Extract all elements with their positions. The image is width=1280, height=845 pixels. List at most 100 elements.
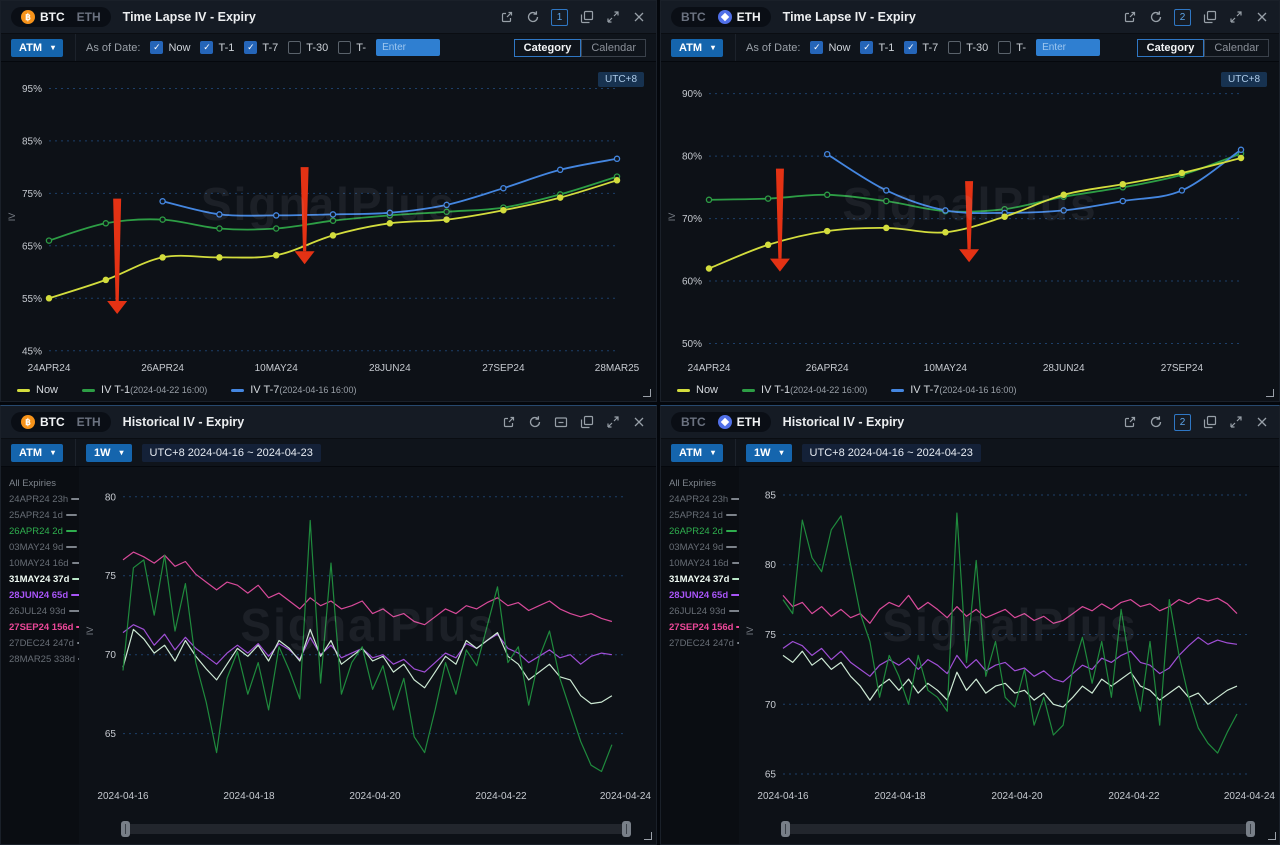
checkbox-t1[interactable]: T-1 [200,41,234,54]
timelapse-chart-eth[interactable]: 50%60%70%80%90%IV24APR2426APR2410MAY2428… [665,64,1275,376]
coin-eth[interactable]: ETH [77,10,101,24]
historical-chart-btc[interactable]: 65707580IV2024-04-162024-04-182024-04-20… [83,469,653,805]
expiry-list-item[interactable]: 27SEP24 156d [9,619,73,635]
expiry-list-item[interactable]: 24APR24 23h [669,491,733,507]
expiry-list-item[interactable]: 26APR24 2d [9,523,73,539]
refresh-icon[interactable] [525,10,540,25]
link-group-badge[interactable]: 2 [1174,414,1191,431]
close-icon[interactable] [631,415,646,430]
resize-handle[interactable] [1266,389,1274,397]
refresh-icon[interactable] [1148,10,1163,25]
resize-handle[interactable] [643,389,651,397]
calendar-button[interactable]: Calendar [581,39,646,57]
checkbox-now[interactable]: Now [810,41,850,54]
expiry-list-item[interactable]: 24APR24 23h [9,491,73,507]
expiry-list-item[interactable]: 03MAY24 9d [9,539,73,555]
strike-select[interactable]: ATM▾ [671,39,723,57]
expiry-list-item[interactable]: 10MAY24 16d [9,555,73,571]
expiry-list-item[interactable]: 26APR24 2d [669,523,733,539]
checkbox-t-custom[interactable]: T- [998,41,1026,54]
t-custom-input[interactable] [1036,39,1100,56]
checkbox-t1[interactable]: T-1 [860,41,894,54]
expand-icon[interactable] [1228,10,1243,25]
refresh-icon[interactable] [527,415,542,430]
resize-handle[interactable] [1268,832,1276,840]
expiry-list-item[interactable]: 28JUN24 65d [9,587,73,603]
expiry-list-item[interactable]: 27SEP24 156d [669,619,733,635]
refresh-icon[interactable] [1148,415,1163,430]
duplicate-icon[interactable] [1202,10,1217,25]
time-range-slider[interactable] [123,824,629,834]
historical-chart-eth[interactable]: 6570758085IV2024-04-162024-04-182024-04-… [743,469,1277,805]
external-link-icon[interactable] [1122,10,1137,25]
slider-handle-right[interactable] [622,821,631,837]
checkbox-t30[interactable]: T-30 [288,41,328,54]
t-custom-input[interactable] [376,39,440,56]
duplicate-icon[interactable] [579,415,594,430]
coin-btc[interactable]: BTC [681,10,706,24]
expiry-list-item[interactable]: 10MAY24 16d [669,555,733,571]
duplicate-icon[interactable] [1202,415,1217,430]
legend-t1[interactable]: IV T-1(2024-04-22 16:00) [742,384,867,396]
coin-btc[interactable]: ฿BTC [21,10,65,24]
legend-t7[interactable]: IV T-7(2024-04-16 16:00) [231,384,356,396]
date-range[interactable]: UTC+8 2024-04-16 ~ 2024-04-23 [142,444,321,462]
slider-handle-right[interactable] [1246,821,1255,837]
legend-t7[interactable]: IV T-7(2024-04-16 16:00) [891,384,1016,396]
link-group-badge[interactable]: 2 [1174,9,1191,26]
expiry-list-item[interactable]: All Expiries [9,475,73,491]
expiry-list-item[interactable]: 28MAR25 338d [9,651,73,667]
link-group-icon[interactable] [553,415,568,430]
expand-icon[interactable] [605,415,620,430]
slider-handle-left[interactable] [121,821,130,837]
external-link-icon[interactable] [499,10,514,25]
expand-icon[interactable] [1228,415,1243,430]
period-select[interactable]: 1W▾ [86,444,132,462]
slider-handle-left[interactable] [781,821,790,837]
coin-eth[interactable]: ETH [718,10,761,24]
expiry-list-item[interactable]: 03MAY24 9d [669,539,733,555]
coin-eth[interactable]: ETH [718,415,761,429]
legend-now[interactable]: Now [17,384,58,396]
expiry-list-item[interactable]: 28JUN24 65d [669,587,733,603]
checkbox-t30[interactable]: T-30 [948,41,988,54]
expand-icon[interactable] [605,10,620,25]
expiry-list-item[interactable]: 25APR24 1d [669,507,733,523]
coin-eth[interactable]: ETH [77,415,101,429]
close-icon[interactable] [1254,415,1269,430]
external-link-icon[interactable] [501,415,516,430]
checkbox-t-custom[interactable]: T- [338,41,366,54]
period-select[interactable]: 1W▾ [746,444,792,462]
timelapse-chart-btc[interactable]: 45%55%65%75%85%95%IV24APR2426APR2410MAY2… [5,64,651,376]
resize-handle[interactable] [644,832,652,840]
svg-text:2024-04-22: 2024-04-22 [475,791,527,802]
date-range[interactable]: UTC+8 2024-04-16 ~ 2024-04-23 [802,444,981,462]
legend-t1[interactable]: IV T-1(2024-04-22 16:00) [82,384,207,396]
calendar-button[interactable]: Calendar [1204,39,1269,57]
expiry-list-item[interactable]: 26JUL24 93d [9,603,73,619]
category-button[interactable]: Category [514,39,582,57]
strike-select[interactable]: ATM▾ [671,444,723,462]
checkbox-t7[interactable]: T-7 [904,41,938,54]
duplicate-icon[interactable] [579,10,594,25]
checkbox-t7[interactable]: T-7 [244,41,278,54]
expiry-list-item[interactable]: 27DEC24 247d [669,635,733,651]
legend-now[interactable]: Now [677,384,718,396]
coin-btc[interactable]: ฿BTC [21,415,65,429]
close-icon[interactable] [1254,10,1269,25]
checkbox-now[interactable]: Now [150,41,190,54]
expiry-list-item[interactable]: 27DEC24 247d [9,635,73,651]
strike-select[interactable]: ATM▾ [11,444,63,462]
category-button[interactable]: Category [1137,39,1205,57]
expiry-list-item[interactable]: 31MAY24 37d [9,571,73,587]
expiry-list-item[interactable]: 25APR24 1d [9,507,73,523]
external-link-icon[interactable] [1122,415,1137,430]
link-group-badge[interactable]: 1 [551,9,568,26]
coin-btc[interactable]: BTC [681,415,706,429]
expiry-list-item[interactable]: All Expiries [669,475,733,491]
close-icon[interactable] [631,10,646,25]
expiry-list-item[interactable]: 31MAY24 37d [669,571,733,587]
time-range-slider[interactable] [783,824,1253,834]
expiry-list-item[interactable]: 26JUL24 93d [669,603,733,619]
strike-select[interactable]: ATM▾ [11,39,63,57]
